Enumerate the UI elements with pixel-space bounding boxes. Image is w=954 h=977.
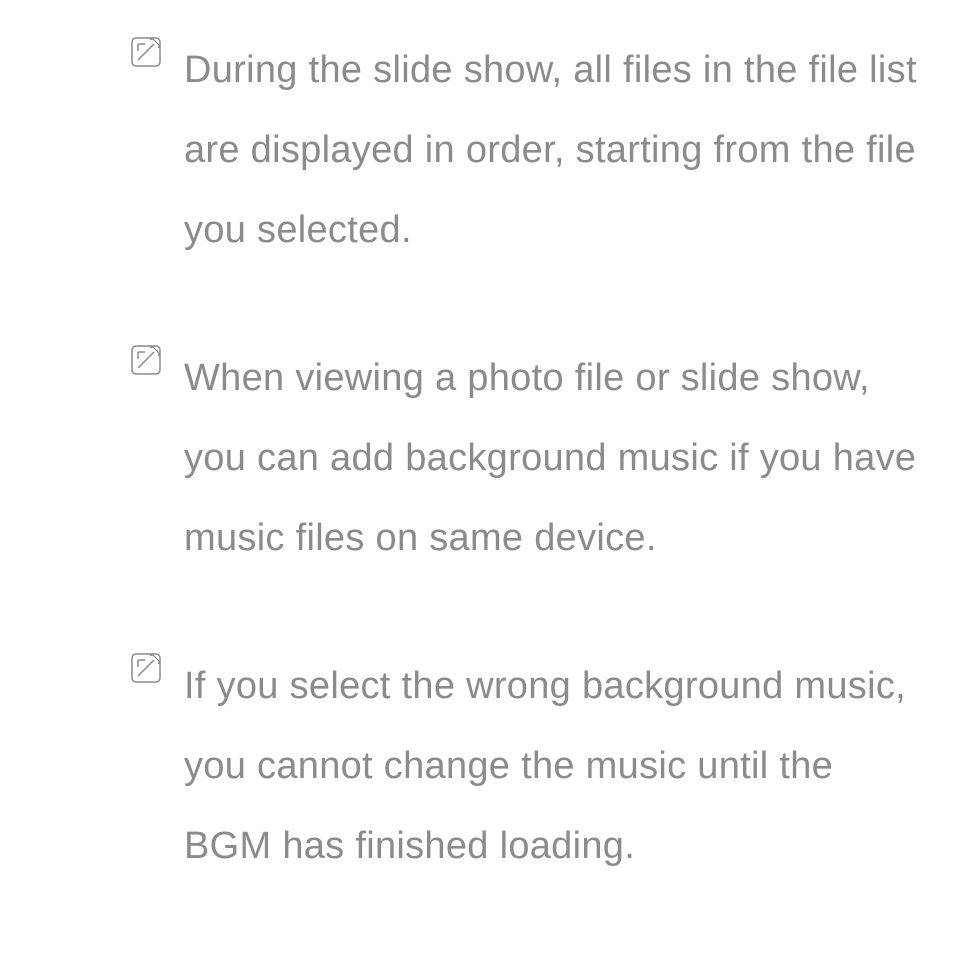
note-icon [130, 36, 162, 68]
note-text: When viewing a photo file or slide show,… [184, 338, 924, 578]
note-text: During the slide show, all files in the … [184, 30, 924, 270]
note-item: If you select the wrong background music… [130, 646, 924, 886]
note-item: When viewing a photo file or slide show,… [130, 338, 924, 578]
note-item: During the slide show, all files in the … [130, 30, 924, 270]
note-icon [130, 652, 162, 684]
note-text: If you select the wrong background music… [184, 646, 924, 886]
note-icon [130, 344, 162, 376]
